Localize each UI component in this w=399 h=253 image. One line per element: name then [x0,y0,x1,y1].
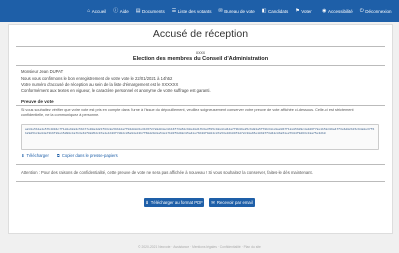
divider [16,164,385,165]
nav-item-documents[interactable]: ▤ Documents [135,7,165,14]
confidentiality-warning: Attention : Pour des raisons de confiden… [21,170,313,175]
vote-proof-hash[interactable]: a2c0e5b1a4e57b4094c7f1d2e68a3c5bb77e90a4… [21,124,379,150]
nav-item-help[interactable]: ⓘ Aide [113,7,129,14]
receive-email-button[interactable]: ✉ Recevoir par email [209,198,255,207]
nav-label: Documents [142,8,165,14]
top-navigation-bar: ⌂ Accueil ⓘ Aide ▤ Documents ☰ Liste des vot… [0,0,399,22]
proof-actions: ⬇ Télécharger ⧉ Copier dans le presse-papi… [21,153,118,158]
info-icon: ⓘ [113,7,119,14]
download-icon: ⬇ [21,153,25,158]
copy-icon: ⧉ [56,153,60,158]
link-label: Copier dans le presse-papiers [61,153,118,158]
nav-label: Accueil [91,8,107,14]
divider [16,65,385,66]
nav-label: Liste des votants [177,8,212,14]
documents-icon: ▤ [135,7,141,14]
nav-item-home[interactable]: ⌂ Accueil [87,7,107,14]
proof-description: Si vous souhaitez vérifier que votre vot… [21,108,354,117]
nav-item-accessibility[interactable]: ◉ Accessibilité [322,7,353,14]
copy-to-clipboard-link[interactable]: ⧉ Copier dans le presse-papiers [57,153,118,158]
receipt-card: Accusé de réception xxxx Election des me… [8,24,393,234]
nav-item-voters[interactable]: ☰ Liste des votants [171,7,212,14]
nav-item-candidates[interactable]: ◧ Candidats [261,7,289,14]
download-proof-link[interactable]: ⬇ Télécharger [21,153,49,158]
vote-icon: ⚑ [295,7,300,14]
page-title: Accusé de réception [152,28,249,40]
email-icon: ✉ [211,199,215,205]
compliance-text: Conformément aux textes en vigueur, le c… [21,88,211,93]
nav-item-logout[interactable]: ⏻ Déconnexion [359,7,392,14]
organization-name: xxxx [195,50,206,55]
divider [16,105,385,106]
ballot-box-icon: ✉ [218,7,223,14]
logout-icon: ⏻ [359,7,364,14]
nav-item-vote[interactable]: ⚑ Voter [295,7,312,14]
download-icon: ⬇ [145,199,149,205]
nav-label: Candidats [268,8,289,14]
download-pdf-button[interactable]: ⬇ Télécharger au format PDF [144,198,204,207]
nav-label: Accessibilité [327,8,353,14]
greeting-text: Monsieur Jean DUPAT [21,69,64,74]
button-label: Recevoir par email [216,200,253,205]
voters-list-icon: ☰ [171,7,177,14]
button-label: Télécharger au format PDF [150,200,203,205]
divider [16,181,385,182]
candidates-icon: ◧ [261,7,267,14]
accessibility-icon: ◉ [322,7,327,14]
nav-item-ballot-box[interactable]: ✉ Bureau de vote [218,7,255,14]
confirmation-text: Nous vous confirmons le bon enregistreme… [21,76,173,81]
election-name: Election des membres du Conseil d'Admini… [132,56,269,62]
nav-label: Aide [119,8,129,14]
proof-section-title: Preuve de vote [21,99,54,104]
nav-label: Bureau de vote [224,8,255,14]
nav-label: Déconnexion [365,8,392,14]
nav-right-group: ◉ Accessibilité ⏻ Déconnexion [319,0,395,22]
link-label: Télécharger [26,153,49,158]
footer-links: © 2020-2021 Neovote · Assistance · Menti… [138,245,261,249]
divider [16,46,385,47]
home-icon: ⌂ [87,7,91,14]
receipt-number-text: Votre numéro d'accusé de réception au se… [21,82,179,87]
nav-label: Voter [301,8,312,14]
